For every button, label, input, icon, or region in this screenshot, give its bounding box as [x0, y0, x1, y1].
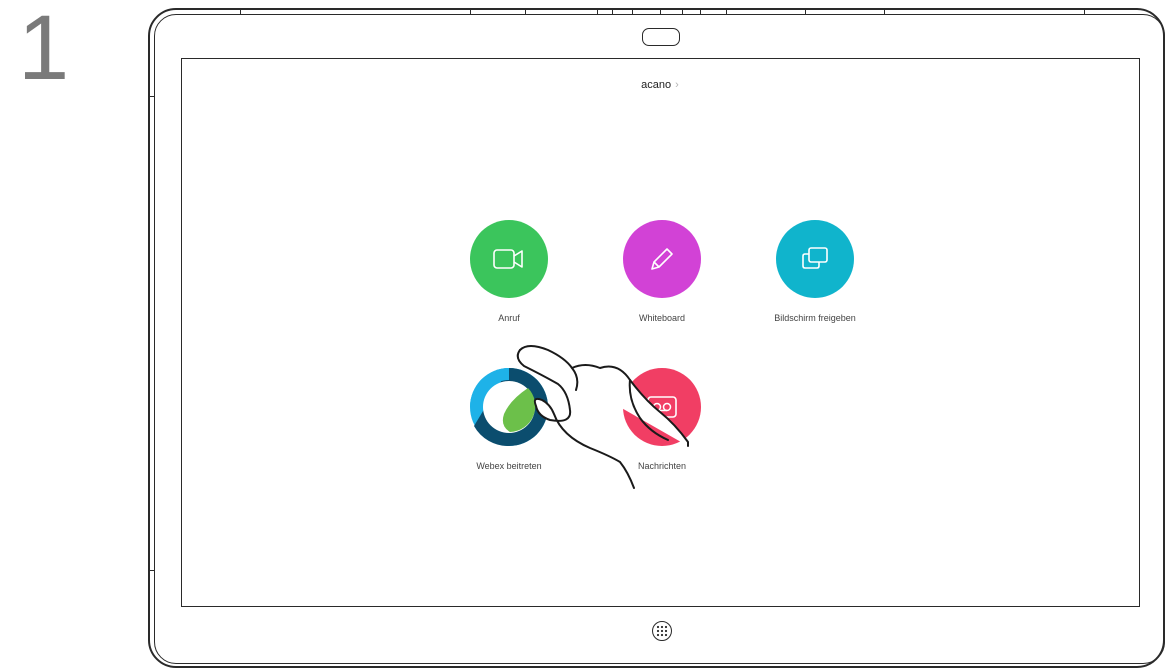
- tile-label: Nachrichten: [637, 461, 687, 471]
- share-screen-icon: [802, 247, 828, 269]
- tile-call[interactable]: Anruf: [429, 220, 589, 323]
- tile-messages[interactable]: Nachrichten: [582, 368, 742, 471]
- messages-button[interactable]: [623, 368, 701, 446]
- tile-label: Whiteboard: [638, 313, 686, 323]
- call-button[interactable]: [470, 220, 548, 298]
- webex-logo-icon: [470, 368, 548, 446]
- tile-label: Webex beitreten: [476, 461, 542, 471]
- chevron-right-icon: ›: [675, 79, 679, 91]
- tile-whiteboard[interactable]: Whiteboard: [582, 220, 742, 323]
- tile-label: Bildschirm freigeben: [774, 313, 856, 323]
- header-bar[interactable]: acano ›: [0, 79, 1165, 91]
- tile-share-screen[interactable]: Bildschirm freigeben: [735, 220, 895, 323]
- header-title: acano: [641, 79, 672, 91]
- video-camera-icon: [493, 249, 523, 269]
- touch-screen: [181, 58, 1140, 607]
- whiteboard-button[interactable]: [623, 220, 701, 298]
- share-screen-button[interactable]: [776, 220, 854, 298]
- pencil-icon: [651, 248, 673, 270]
- voicemail-icon: [647, 396, 677, 418]
- camera-icon: [642, 28, 680, 46]
- tile-webex[interactable]: Webex beitreten: [429, 368, 589, 471]
- webex-button[interactable]: [470, 368, 548, 446]
- tile-label: Anruf: [498, 313, 520, 323]
- home-button-icon[interactable]: [652, 621, 672, 641]
